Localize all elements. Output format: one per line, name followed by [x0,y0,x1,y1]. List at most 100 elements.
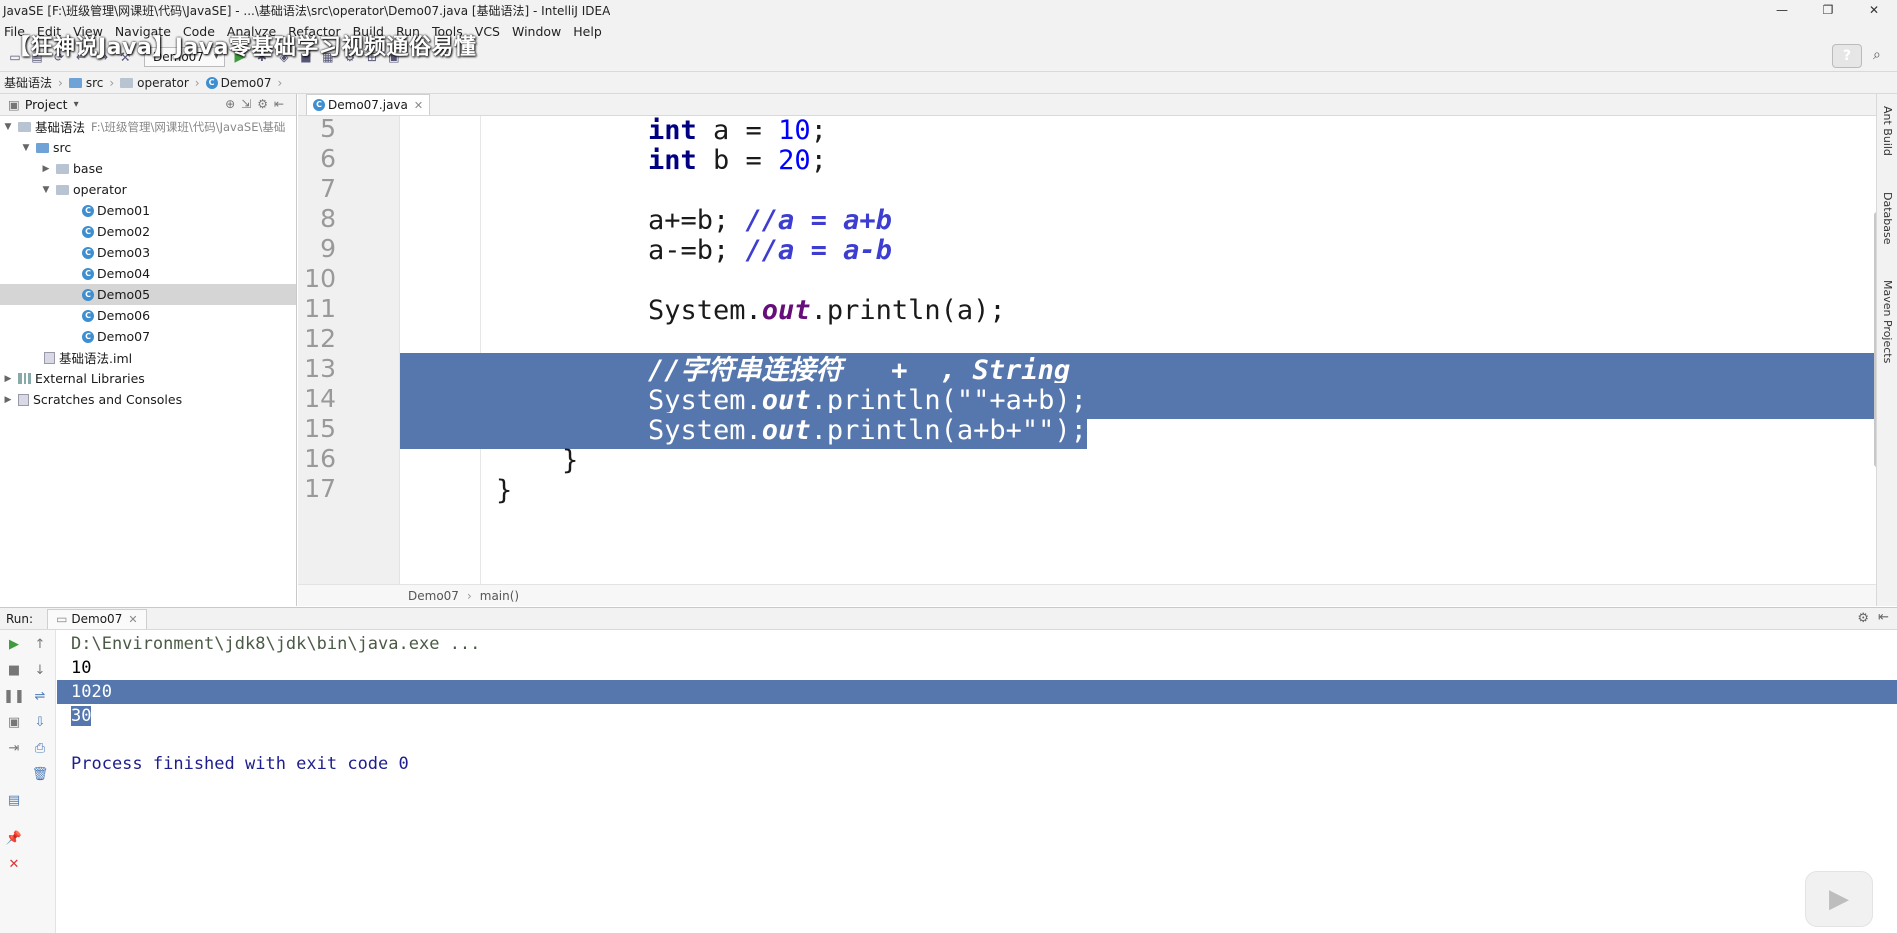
close-tab-icon[interactable]: ✕ [414,99,423,112]
project-panel-controls[interactable]: ⊕⇲⚙⇤ [225,97,290,111]
class-icon: C [82,225,94,238]
crumb-module[interactable]: 基础语法 › [4,74,63,91]
window-title: JavaSE [F:\班级管理\网课班\代码\JavaSE] - ...\基础语… [3,3,611,18]
database-tab[interactable]: Database [1881,192,1894,245]
up-icon[interactable]: ↑ [32,636,48,652]
line-number: 6 [320,144,336,173]
class-icon: C [82,204,94,217]
close-icon[interactable]: ✕ [6,856,22,872]
folder-icon [120,77,134,88]
chevron-right-icon[interactable]: ▶ [40,164,52,174]
wrap-icon[interactable]: ⇌ [32,688,48,704]
console-output[interactable]: D:\Environment\jdk8\jdk\bin\java.exe ...… [57,630,1897,933]
restore-icon[interactable]: ❐ [1805,0,1851,20]
menu-help[interactable]: Help [573,24,602,39]
tree-root[interactable]: ▼ 基础语法 F:\班级管理\网课班\代码\JavaSE\基础 [0,116,296,137]
maven-projects-tab[interactable]: Maven Projects [1881,280,1894,363]
iml-file-icon [44,351,55,364]
run-panel: Run: ▭ Demo07 ✕ ⚙ ⇤ ▶ ↑ ■ ↓ ❚❚ ⇌ ▣ ⇩ ⇥ ⎙… [0,607,1897,933]
run-header: Run: ▭ Demo07 ✕ ⚙ ⇤ [0,608,1897,630]
minimize-icon[interactable]: — [1759,0,1805,20]
console-line: 10 [71,658,92,678]
tree-class-demo05[interactable]: C Demo05 [0,284,296,305]
class-icon: C [82,309,94,322]
scroll-end-icon[interactable]: ⇩ [32,714,48,730]
class-icon: C [205,76,218,89]
editor-tabs: C Demo07.java ✕ [298,94,1897,116]
tree-class-demo06[interactable]: C Demo06 [0,305,296,326]
search-icon[interactable]: ⌕ [1873,47,1891,65]
dump-icon[interactable]: ▣ [6,714,22,730]
class-icon: C [82,288,94,301]
help-button[interactable]: ? [1833,45,1861,67]
project-header[interactable]: ▣ Project ▾ ⊕⇲⚙⇤ [0,94,296,116]
package-icon [56,163,69,174]
layout-icon[interactable]: ▤ [6,792,22,808]
line-number: 7 [320,174,336,203]
line-number: 14 [304,384,336,413]
pin-icon[interactable]: 📌 [6,830,22,846]
tree-external-libraries[interactable]: ▶ External Libraries [0,368,296,389]
chevron-down-icon[interactable]: ▼ [40,185,52,195]
gear-icon[interactable]: ⚙ [1857,611,1869,626]
crumb-operator[interactable]: operator › [120,76,200,90]
indent-guide [480,116,481,584]
class-icon: C [313,99,325,111]
editor-breadcrumb: Demo07 › main() [298,584,1897,606]
line-number: 5 [320,116,336,143]
run-tab-demo07[interactable]: ▭ Demo07 ✕ [47,608,147,629]
code-area[interactable]: 5 6 7 8 9 10 11 12 13 14 15 16 17 int a … [298,116,1897,584]
chevron-down-icon[interactable]: ▾ [74,99,79,110]
pause-icon[interactable]: ❚❚ [3,688,25,704]
right-tool-strip: Ant Build Database Maven Projects [1876,94,1897,606]
class-icon: C [82,246,94,259]
editor-crumb-class[interactable]: Demo07 [408,589,459,603]
tree-operator[interactable]: ▼ operator [0,179,296,200]
nav-breadcrumb: 基础语法 › src › operator › C Demo07 › [0,72,1897,94]
tree-base[interactable]: ▶ base [0,158,296,179]
console-line-command: D:\Environment\jdk8\jdk\bin\java.exe ... [71,634,481,654]
tree-class-demo04[interactable]: C Demo04 [0,263,296,284]
crumb-src[interactable]: src › [68,76,114,90]
tree-class-demo02[interactable]: C Demo02 [0,221,296,242]
close-tab-icon[interactable]: ✕ [128,613,137,626]
editor-crumb-method[interactable]: main() [480,589,519,603]
print-icon[interactable]: ⎙ [32,740,48,756]
exit-icon[interactable]: ⇥ [6,740,22,756]
line-number: 17 [304,474,336,503]
chevron-right-icon[interactable]: ▶ [2,395,14,405]
chevron-right-icon[interactable]: ▶ [2,374,14,384]
title-bar: JavaSE [F:\班级管理\网课班\代码\JavaSE] - ...\基础语… [0,0,1897,20]
tab-demo07[interactable]: C Demo07.java ✕ [306,94,431,115]
class-icon: C [82,267,94,280]
tree-class-demo01[interactable]: C Demo01 [0,200,296,221]
tree-class-demo07[interactable]: C Demo07 [0,326,296,347]
code-line-17: } [496,475,513,506]
ant-build-tab[interactable]: Ant Build [1881,106,1894,156]
tree-class-demo03[interactable]: C Demo03 [0,242,296,263]
down-icon[interactable]: ↓ [32,662,48,678]
tree-src[interactable]: ▼ src [0,137,296,158]
console-line-selected: 1020 [57,680,1897,704]
line-number: 13 [304,354,336,383]
video-play-icon[interactable]: ▶ [1805,871,1873,927]
run-config-icon: ▭ [56,612,68,626]
hide-panel-icon[interactable]: ⇤ [1878,610,1889,625]
close-icon[interactable]: ✕ [1851,0,1897,20]
chevron-down-icon[interactable]: ▼ [20,143,32,153]
line-number: 9 [320,234,336,263]
crumb-class[interactable]: C Demo07 › [205,76,282,90]
project-panel: ▣ Project ▾ ⊕⇲⚙⇤ ▼ 基础语法 F:\班级管理\网课班\代码\J… [0,94,297,606]
tree-iml-file[interactable]: 基础语法.iml [0,347,296,368]
trash-icon[interactable]: 🗑 [32,766,49,782]
line-number: 8 [320,204,336,233]
menu-window[interactable]: Window [512,24,561,39]
tree-scratches[interactable]: ▶ Scratches and Consoles [0,389,296,410]
code-line-9: a-=b; //a = a-b [648,235,892,266]
stop-icon[interactable]: ■ [6,662,22,678]
console-line: 30 [57,704,1897,728]
chevron-down-icon[interactable]: ▼ [2,122,14,132]
menu-vcs[interactable]: VCS [475,24,500,39]
rerun-icon[interactable]: ▶ [6,636,22,652]
run-label: Run: [6,611,34,626]
